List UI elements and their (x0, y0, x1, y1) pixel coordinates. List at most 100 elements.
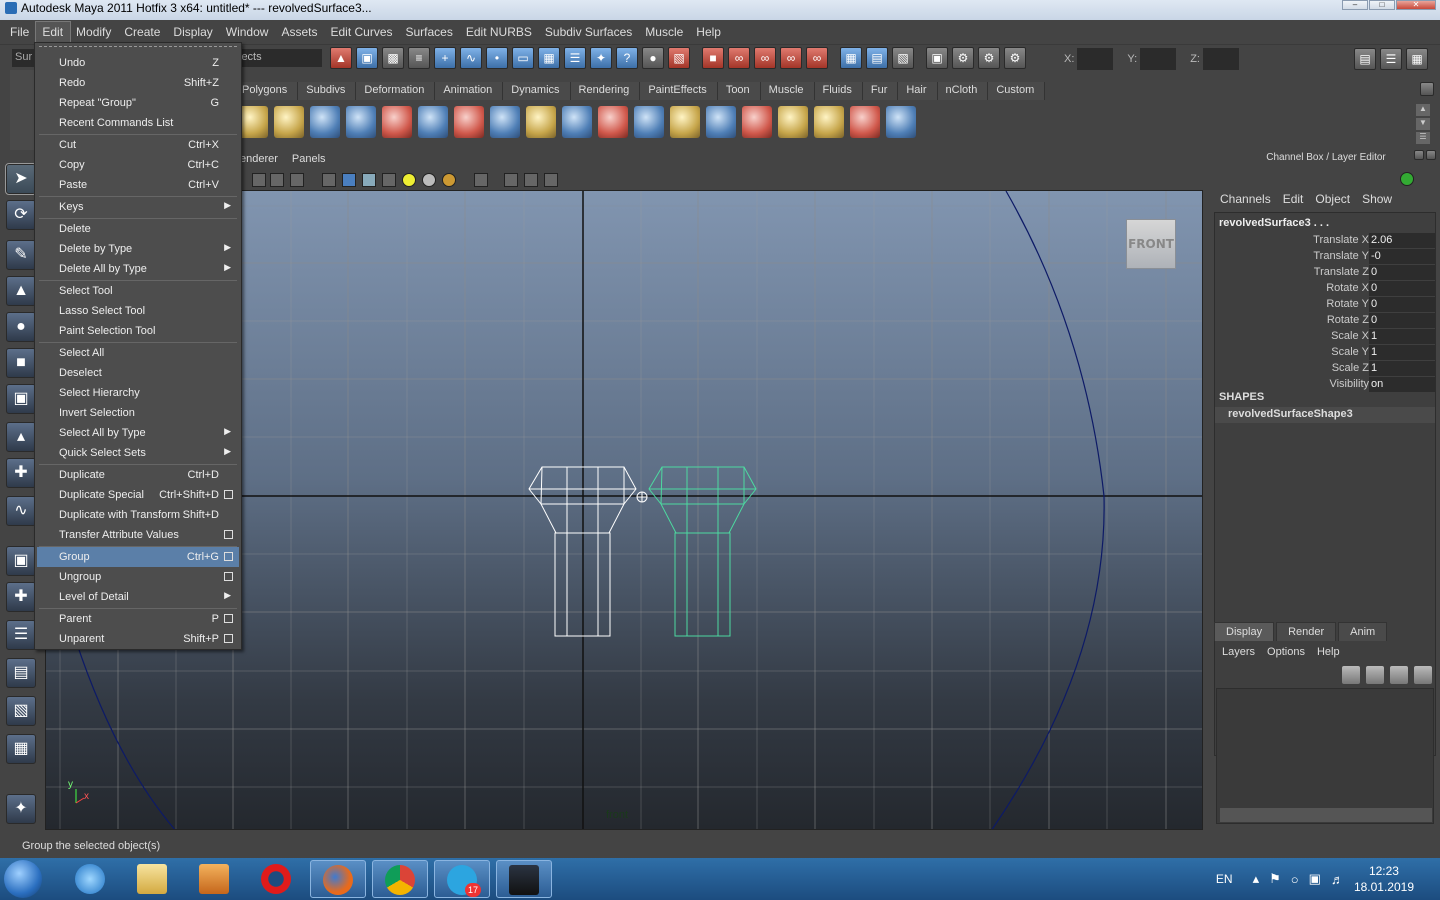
transform-z-field[interactable] (1202, 48, 1239, 70)
option-box-icon[interactable] (224, 552, 233, 561)
attr-value[interactable]: 0 (1369, 265, 1435, 280)
volume-icon[interactable]: ♬ (1331, 872, 1344, 887)
attr-value[interactable]: -0 (1369, 249, 1435, 264)
shelf-tab-ncloth[interactable]: nCloth (937, 82, 989, 100)
shelf-tab-polygons[interactable]: Polygons (236, 82, 299, 100)
layer-options-menu[interactable]: Options (1267, 646, 1305, 658)
channel-show-menu[interactable]: Show (1362, 192, 1392, 206)
mask-dropdown-icon[interactable]: ≡ (408, 47, 430, 69)
attr-scale-y[interactable]: Scale Y1 (1215, 345, 1435, 361)
layers-menu[interactable]: Layers (1222, 646, 1255, 658)
attr-scale-x[interactable]: Scale X1 (1215, 329, 1435, 345)
shelf-tool-icon-18[interactable] (850, 106, 880, 138)
rotate-tool-button[interactable]: ● (6, 312, 36, 342)
show-hide-channel-box-icon[interactable]: ▦ (1406, 48, 1428, 70)
render-settings-icon[interactable]: ∞ (754, 47, 776, 69)
last-used-tool-button[interactable]: ∿ (6, 496, 36, 526)
attr-value[interactable]: on (1369, 377, 1435, 392)
soft-mod-button[interactable]: ▴ (6, 422, 36, 452)
input-language[interactable]: EN (1216, 872, 1233, 886)
attr-translate-y[interactable]: Translate Y -0 (1215, 249, 1435, 265)
layout-graph-button[interactable]: ▤ (6, 658, 36, 688)
cube-shaded-icon[interactable] (342, 173, 356, 187)
menu-help[interactable]: Help (690, 22, 728, 42)
show-hide-tool-settings-icon[interactable]: ☰ (1380, 48, 1402, 70)
shelf-tool-icon-11[interactable] (598, 106, 628, 138)
select-by-component-icon[interactable]: ▩ (382, 47, 404, 69)
shelf-side-handle[interactable] (10, 70, 36, 150)
xray-joints-icon[interactable] (524, 173, 538, 187)
show-hide-icon[interactable]: ∞ (806, 47, 828, 69)
shelf-tool-icon-8[interactable] (490, 106, 520, 138)
shelf-tab-painteffects[interactable]: PaintEffects (640, 82, 718, 100)
tool-settings-icon[interactable]: ▤ (866, 47, 888, 69)
layer-tab-display[interactable]: Display (1214, 622, 1275, 641)
shelf-tool-icon-10[interactable] (562, 106, 592, 138)
option-box-icon[interactable] (224, 572, 233, 581)
menu-item-level-of-detail[interactable]: Level of Detail ▶ (37, 587, 239, 607)
menu-create[interactable]: Create (118, 22, 167, 42)
show-hide-attribute-editor-icon[interactable]: ▤ (1354, 48, 1376, 70)
option-box-icon[interactable] (224, 530, 233, 539)
image-plane-icon[interactable] (270, 173, 284, 187)
render-current-frame-icon[interactable]: ✦ (590, 47, 612, 69)
menu-item-transfer-attribute-values[interactable]: Transfer Attribute Values (37, 525, 239, 545)
shelf-tool-icon-4[interactable] (346, 106, 376, 138)
menu-item-select-tool[interactable]: Select Tool (37, 281, 239, 301)
channel-edit-menu[interactable]: Edit (1283, 192, 1304, 206)
viewport-menu-renderer[interactable]: enderer (240, 150, 292, 170)
network-icon[interactable]: ○ (1291, 872, 1299, 887)
layer-list-scrollbar[interactable] (1220, 808, 1432, 822)
channel-object-menu[interactable]: Object (1315, 192, 1350, 206)
menu-item-cut[interactable]: Cut Ctrl+X (37, 135, 239, 155)
menu-item-delete-by-type[interactable]: Delete by Type ▶ (37, 239, 239, 259)
menu-set-selector[interactable]: Sur (12, 49, 34, 67)
menu-edit-curves[interactable]: Edit Curves (324, 22, 399, 42)
menu-item-parent[interactable]: Parent P (37, 609, 239, 629)
attr-value[interactable]: 2.06 (1369, 233, 1435, 248)
menu-item-delete-all-by-type[interactable]: Delete All by Type ▶ (37, 259, 239, 279)
menu-edit-nurbs[interactable]: Edit NURBS (460, 22, 539, 42)
render-view-icon[interactable]: ■ (702, 47, 724, 69)
create-empty-layer-icon[interactable] (1390, 666, 1408, 684)
shelf-tool-icon-13[interactable] (670, 106, 700, 138)
option-box-icon[interactable] (224, 614, 233, 623)
wireframe-icon[interactable] (252, 173, 266, 187)
construction-history-icon[interactable]: ☰ (564, 47, 586, 69)
shelf-scroll-down-icon[interactable]: ▼ (1416, 118, 1430, 130)
move-layer-down-icon[interactable] (1366, 666, 1384, 684)
attr-value[interactable]: 0 (1369, 281, 1435, 296)
taskbar-file-explorer[interactable] (124, 860, 180, 898)
layer-tab-anim[interactable]: Anim (1338, 622, 1388, 641)
maya-logo-button[interactable]: ✦ (6, 794, 36, 824)
menu-display[interactable]: Display (167, 22, 219, 42)
shelf-tool-icon-3[interactable] (310, 106, 340, 138)
shelf-tool-icon-12[interactable] (634, 106, 664, 138)
shelf-tool-icon-19[interactable] (886, 106, 916, 138)
menu-item-select-all[interactable]: Select All (37, 343, 239, 363)
menu-item-unparent[interactable]: Unparent Shift+P (37, 629, 239, 649)
taskbar-opera[interactable] (248, 860, 304, 898)
shelf-tool-icon-15[interactable] (742, 106, 772, 138)
xray-icon[interactable] (504, 173, 518, 187)
transform-y-field[interactable] (1140, 48, 1177, 70)
menu-muscle[interactable]: Muscle (639, 22, 690, 42)
attr-value[interactable]: 0 (1369, 297, 1435, 312)
attr-rotate-x[interactable]: Rotate X0 (1215, 281, 1435, 297)
shelf-tool-icon-14[interactable] (706, 106, 736, 138)
all-lights-icon[interactable] (422, 173, 436, 187)
clock[interactable]: 12:23 18.01.2019 (1354, 863, 1414, 895)
channel-box-close-icon[interactable] (1426, 150, 1436, 160)
cube-textured-icon[interactable] (362, 173, 376, 187)
shelf-tool-icon-2[interactable] (274, 106, 304, 138)
attr-value[interactable]: 1 (1369, 345, 1435, 360)
select-tool-button[interactable]: ➤ (5, 163, 37, 195)
text-icon[interactable] (290, 173, 304, 187)
attr-translate-x[interactable]: Translate X 2.06 (1215, 233, 1435, 249)
shelf-menu-icon[interactable]: ☰ (1416, 132, 1430, 144)
menu-edit[interactable]: Edit (35, 21, 72, 43)
shelf-tab-fur[interactable]: Fur (862, 82, 899, 100)
layer-tab-render[interactable]: Render (1276, 622, 1337, 641)
menu-item-repeat[interactable]: Repeat "Group" G (37, 93, 239, 113)
shape-node-name[interactable]: revolvedSurfaceShape3 (1215, 407, 1435, 423)
